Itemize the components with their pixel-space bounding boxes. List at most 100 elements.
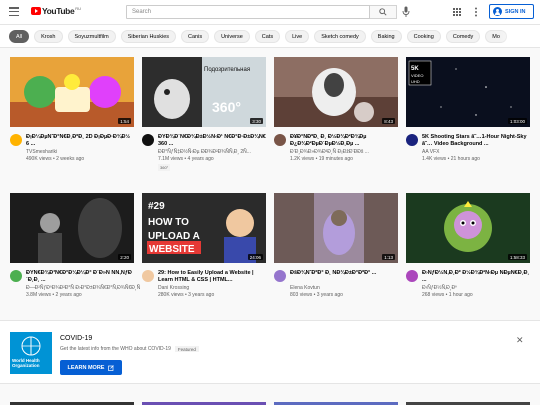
- video-title[interactable]: Ð¡Ð¼ÐµÑˆÐ°Ñ€Ð¸ÐºÐ¸ 2D Ð¡ÐµÐ·Ð¾Ð½ 6 ...: [26, 134, 134, 148]
- chip[interactable]: Live: [285, 30, 310, 43]
- video-duration: 2:20: [118, 254, 131, 260]
- video-title[interactable]: 5K Shooting Stars â˜…1-Hour Night-Sky â˜…: [422, 134, 530, 148]
- video-card[interactable]: 360° Подозрительная 3:30 ÐŸÐ¾Ð´Ñ€Ð¾Ð±Ð½Ñ…: [142, 57, 266, 174]
- video-card[interactable]: 1:54 Ð¡Ð¼ÐµÑˆÐ°Ñ€Ð¸ÐºÐ¸ 2D Ð¡ÐµÐ·Ð¾Ð½ 6 …: [10, 57, 134, 174]
- svg-text:#29: #29: [148, 201, 165, 212]
- chip[interactable]: Comedy: [445, 30, 481, 43]
- chip[interactable]: Baking: [370, 30, 402, 43]
- video-title[interactable]: ÐŸÑ€Ð¾Ð³Ñ€Ð°Ð¼Ð¼Ð° Ð´Ð»Ñ ÑÑ‚ÑƒÐ´Ð¸Ð¸ ...: [26, 270, 134, 284]
- svg-text:Подозрительная: Подозрительная: [204, 67, 250, 73]
- featured-badge: Featured: [174, 346, 199, 352]
- covid-subtitle-text: Get the latest info from the WHO about C…: [60, 346, 171, 352]
- svg-text:5K: 5K: [411, 66, 419, 72]
- channel-name[interactable]: Ð›ÑƒÐ½Ñ‚Ð¸Ðº: [422, 285, 457, 291]
- video-stats: 7.1M views • 4 years ago: [158, 156, 214, 162]
- channel-name[interactable]: Elena Kovtun: [290, 285, 320, 291]
- video-card[interactable]: 5K VIDEO UHD 1:03:00 5K Shooting Stars â…: [406, 57, 530, 174]
- video-thumbnail[interactable]: 1:13: [274, 193, 398, 263]
- search-button[interactable]: [370, 5, 397, 19]
- video-title[interactable]: Ð¥Ð°ÑÐºÐ¸ Ð¸ Ð½Ð¾Ð²Ð¾Ðµ Ð¿Ð¾Ð²ÐµÐ´ÐµÐ½Ð¸…: [290, 134, 398, 148]
- video-card[interactable]: #29 HOW TO UPLOAD A WEBSITE 24:06 29: Ho…: [142, 193, 266, 310]
- chip[interactable]: Canis: [181, 30, 210, 43]
- chip-list: All Krosh Soyuzmultfilm Siberian Huskies…: [9, 30, 507, 43]
- svg-text:WEBSITE: WEBSITE: [149, 244, 195, 255]
- video-duration: 1:54: [118, 118, 131, 124]
- chip[interactable]: Krosh: [34, 30, 63, 43]
- video-stats: 490K views • 2 weeks ago: [26, 156, 85, 162]
- video-duration: 1:13: [382, 254, 395, 260]
- video-thumbnail[interactable]: #29 HOW TO UPLOAD A WEBSITE 24:06: [142, 193, 266, 263]
- covid-title: COVID-19: [60, 335, 93, 342]
- who-logo: World Health Organization: [10, 332, 52, 374]
- video-stats: 280K views • 3 years ago: [158, 292, 215, 298]
- search-input[interactable]: Search: [126, 5, 370, 19]
- learn-more-button[interactable]: LEARN MORE: [60, 360, 122, 375]
- channel-avatar[interactable]: [406, 270, 418, 282]
- youtube-logo[interactable]: YouTube RU: [31, 6, 81, 16]
- chip[interactable]: Siberian Huskies: [120, 30, 177, 43]
- chip[interactable]: Cats: [254, 30, 281, 43]
- video-card[interactable]: 8:43 Ð¥Ð°ÑÐºÐ¸ Ð¸ Ð½Ð¾Ð²Ð¾Ðµ Ð¿Ð¾Ð²ÐµÐ´Ð…: [274, 57, 398, 174]
- top-bar: YouTube RU Search SIGN IN: [0, 0, 540, 24]
- logo-text: YouTube: [42, 6, 75, 16]
- close-icon[interactable]: ✕: [516, 335, 524, 346]
- channel-name[interactable]: Dani Krossing: [158, 285, 189, 291]
- video-thumbnail[interactable]: 1:58:33: [406, 193, 530, 263]
- video-stats: 268 views • 1 hour ago: [422, 292, 473, 298]
- video-title[interactable]: ÐšÐ¾ÑˆÐºÐ° Ð¸ ÑÐ¾Ð±Ð°ÐºÐ° ...: [290, 270, 398, 284]
- channel-avatar[interactable]: [274, 270, 286, 282]
- video-title[interactable]: Ð›ÑƒÐ½Ñ‚Ð¸Ðº Ð½Ð¾Ð²Ñ‹Ðµ ÑÐµÑ€Ð¸Ð¸ ...: [422, 270, 530, 284]
- channel-avatar[interactable]: [10, 270, 22, 282]
- channel-name[interactable]: TVSmeshariki: [26, 149, 57, 155]
- more-vert-icon[interactable]: [474, 7, 478, 17]
- video-card[interactable]: 1:58:33 Ð›ÑƒÐ½Ñ‚Ð¸Ðº Ð½Ð¾Ð²Ñ‹Ðµ ÑÐµÑ€Ð¸Ð…: [406, 193, 530, 310]
- sign-in-button[interactable]: SIGN IN: [489, 4, 534, 19]
- svg-text:HOW TO: HOW TO: [148, 217, 189, 228]
- video-title[interactable]: ÐŸÐ¾Ð´Ñ€Ð¾Ð±Ð½Ñ‹Ð¹ Ñ€Ð°Ð·Ð±Ð¾Ñ€ 360 ...: [158, 134, 266, 148]
- external-link-icon: [108, 364, 115, 371]
- channel-avatar[interactable]: [406, 134, 418, 146]
- video-thumbnail[interactable]: 360° Подозрительная 3:30: [142, 57, 266, 127]
- video-thumbnail[interactable]: 1:54: [10, 57, 134, 127]
- microphone-icon[interactable]: [402, 6, 410, 18]
- logo-region: RU: [75, 6, 82, 11]
- video-duration: 8:43: [382, 118, 395, 124]
- video-title[interactable]: 29: How to Easily Upload a Website | Lea…: [158, 270, 266, 284]
- svg-text:UHD: UHD: [411, 79, 420, 84]
- channel-name[interactable]: Ð‘Ð¸Ð¾Ð»Ð¾Ð³Ð¸Ñ Ð¡ÐžÐ‘ÐÐš ...: [290, 149, 369, 155]
- search-placeholder: Search: [132, 9, 152, 15]
- video-badge: 360°: [158, 164, 171, 171]
- svg-text:VIDEO: VIDEO: [411, 73, 423, 78]
- apps-grid-icon[interactable]: [453, 8, 461, 16]
- chip-fade: [500, 25, 540, 47]
- video-stats: 1.2K views • 19 minutes ago: [290, 156, 353, 162]
- video-duration: 1:58:33: [507, 254, 527, 260]
- video-stats: 3.8M views • 2 years ago: [26, 292, 82, 298]
- chip[interactable]: Universe: [214, 30, 250, 43]
- sign-in-label: SIGN IN: [505, 8, 526, 15]
- video-card[interactable]: 1:13 ÐšÐ¾ÑˆÐºÐ° Ð¸ ÑÐ¾Ð±Ð°ÐºÐ° ... Elena…: [274, 193, 398, 310]
- channel-avatar[interactable]: [142, 134, 154, 146]
- video-thumbnail[interactable]: 8:43: [274, 57, 398, 127]
- channel-name[interactable]: ÐÐ°ÑƒÑ‡Ð½Ñ‹Ðµ ÐÐ¾Ð²Ð¾ÑÑ‚Ð¸ 2Ñ...: [158, 149, 251, 155]
- video-card[interactable]: 2:20 ÐŸÑ€Ð¾Ð³Ñ€Ð°Ð¼Ð¼Ð° Ð´Ð»Ñ ÑÑ‚ÑƒÐ´Ð¸Ð…: [10, 193, 140, 310]
- video-thumbnail[interactable]: 2:20: [10, 193, 134, 263]
- channel-avatar[interactable]: [142, 270, 154, 282]
- channel-avatar[interactable]: [274, 134, 286, 146]
- chip[interactable]: Soyuzmultfilm: [67, 30, 116, 43]
- chip-bar: All Krosh Soyuzmultfilm Siberian Huskies…: [0, 24, 540, 48]
- who-logo-line2: Organization: [12, 363, 40, 368]
- channel-name[interactable]: Ð—Ð²ÑƒÐºÐ¾Ð²Ð°Ñ Ð›Ð°Ð±Ð¾Ñ€Ð°Ñ‚Ð¾Ñ€Ð¸Ñ: [26, 285, 140, 291]
- video-duration: 24:06: [247, 254, 263, 260]
- search-icon: [379, 8, 387, 16]
- hamburger-menu-icon[interactable]: [9, 7, 19, 16]
- covid-subtitle: Get the latest info from the WHO about C…: [60, 346, 199, 352]
- video-thumbnail[interactable]: 5K VIDEO UHD 1:03:00: [406, 57, 530, 127]
- channel-avatar[interactable]: [10, 134, 22, 146]
- video-stats: 803 views • 3 years ago: [290, 292, 343, 298]
- channel-name[interactable]: AA VFX: [422, 149, 440, 155]
- chip[interactable]: Sketch comedy: [314, 30, 366, 43]
- chip-all[interactable]: All: [9, 30, 30, 43]
- chip[interactable]: Cooking: [406, 30, 441, 43]
- svg-text:360°: 360°: [212, 99, 241, 115]
